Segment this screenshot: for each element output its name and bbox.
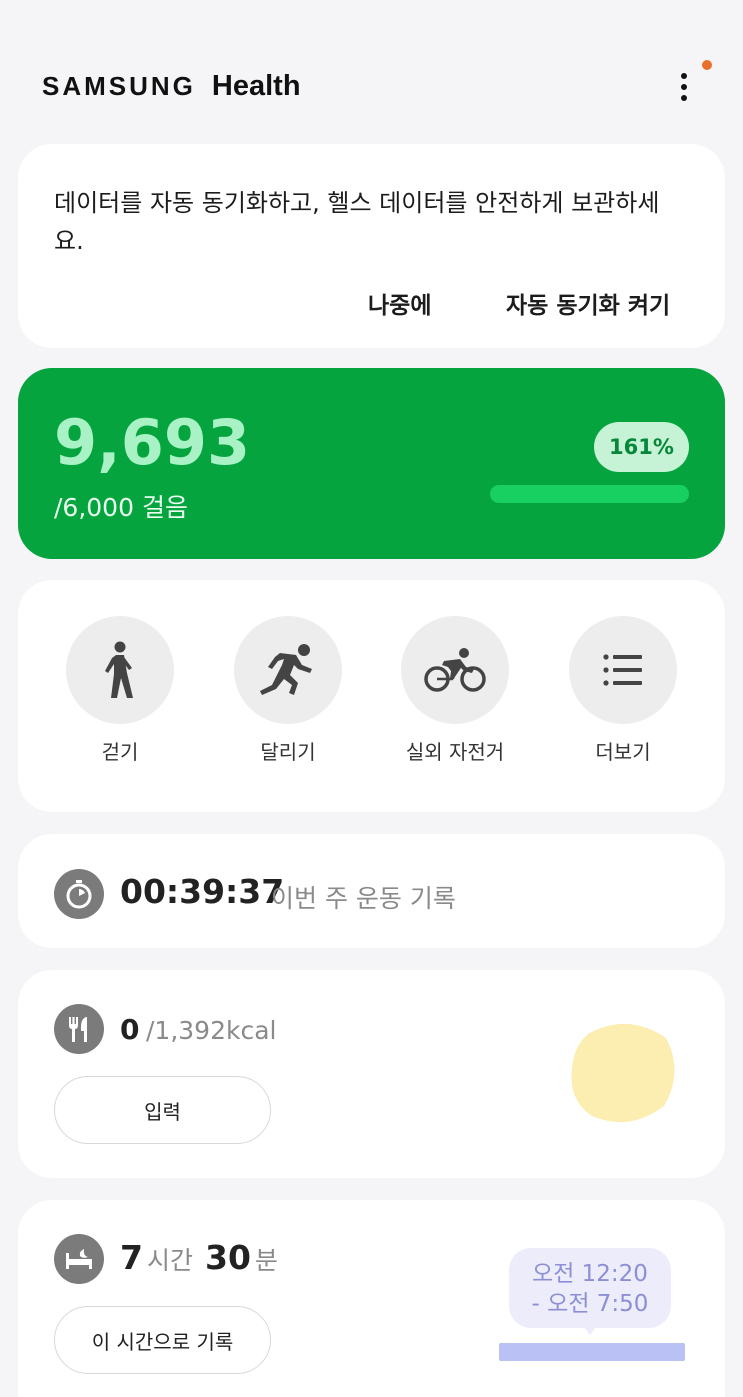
app-header: SAMSUNG Health [0,0,743,140]
running-icon [260,644,312,695]
shortcut-running-circle [234,616,342,724]
shortcut-more[interactable]: 더보기 [548,616,698,776]
more-vert-icon [681,73,687,79]
sleep-range-end: - 오전 7:50 [531,1291,649,1317]
record-sleep-button[interactable]: 이 시간으로 기록 [54,1306,271,1374]
brand-wordmark: SAMSUNG [42,71,196,101]
list-icon [603,654,642,686]
stopwatch-icon [66,880,92,909]
shortcut-running[interactable]: 달리기 [213,616,363,776]
steps-goal: /6,000 걸음 [54,493,188,522]
exercise-card[interactable]: 00:39:37 이번 주 운동 기록 [18,834,725,948]
shortcut-label: 걷기 [101,740,139,764]
shortcut-label: 달리기 [260,740,316,764]
food-intake-value: 0 [120,1013,140,1046]
sync-message: 데이터를 자동 동기화하고, 헬스 데이터를 안전하게 보관하세요. [54,189,660,255]
steps-percent-badge: 161% [594,422,689,472]
shortcut-cycling[interactable]: 실외 자전거 [380,616,530,776]
shortcut-more-circle [569,616,677,724]
sleep-duration: 7 시간 30 분 [120,1238,286,1277]
exercise-label: 이번 주 운동 기록 [271,884,456,913]
samsung-health-home: SAMSUNG Health 데이터를 자동 동기화하고, 헬스 데이터를 안전… [0,0,743,1397]
exercise-icon-badge [54,869,104,919]
sleep-icon-badge [54,1234,104,1284]
food-calorie-goal: /1,392kcal [146,1016,277,1045]
tooltip-arrow [583,1326,597,1335]
product-name: Health [211,70,301,102]
steps-progress-bar [490,485,689,503]
walking-icon [105,641,133,698]
food-card[interactable]: 0 /1,392kcal 입력 [18,970,725,1178]
notification-dot [702,60,712,70]
steps-card[interactable]: 9,693 /6,000 걸음 161% [18,368,725,559]
sleep-hours: 7 [120,1238,143,1277]
sleep-range-start: 오전 12:20 [532,1261,648,1287]
sleep-minutes-unit: 분 [254,1246,278,1275]
sleep-minutes: 30 [204,1238,251,1277]
lemon-icon [571,1023,675,1123]
shortcut-label: 실외 자전거 [405,740,505,764]
exercise-time: 00:39:37 [120,872,285,911]
more-vert-icon-dot [681,84,687,90]
enable-auto-sync-button[interactable]: 자동 동기화 켜기 [506,286,670,320]
bed-icon [66,1249,92,1269]
shortcut-label: 더보기 [595,740,651,764]
shortcut-walking-circle [66,616,174,724]
more-vert-icon-dot [681,95,687,101]
steps-count: 9,693 [54,406,251,479]
more-options-button[interactable] [668,70,700,106]
food-icon-badge [54,1004,104,1054]
auto-sync-card: 데이터를 자동 동기화하고, 헬스 데이터를 안전하게 보관하세요. 나중에 자… [18,144,725,348]
sleep-hours-unit: 시간 [146,1246,193,1275]
sleep-timeline-bar [499,1343,685,1361]
workout-shortcuts-card: 걷기 달리기 실외 자전거 더보기 [18,580,725,812]
cycling-icon [424,648,486,692]
shortcut-walking[interactable]: 걷기 [45,616,195,776]
sleep-time-range-tooltip: 오전 12:20 - 오전 7:50 [509,1248,671,1328]
shortcut-cycling-circle [401,616,509,724]
sleep-card[interactable]: 7 시간 30 분 이 시간으로 기록 오전 12:20 - 오전 7:50 [18,1200,725,1397]
later-button[interactable]: 나중에 [368,286,431,320]
fork-knife-icon [69,1017,87,1042]
app-logo: SAMSUNG Health [42,70,301,103]
food-input-button[interactable]: 입력 [54,1076,271,1144]
